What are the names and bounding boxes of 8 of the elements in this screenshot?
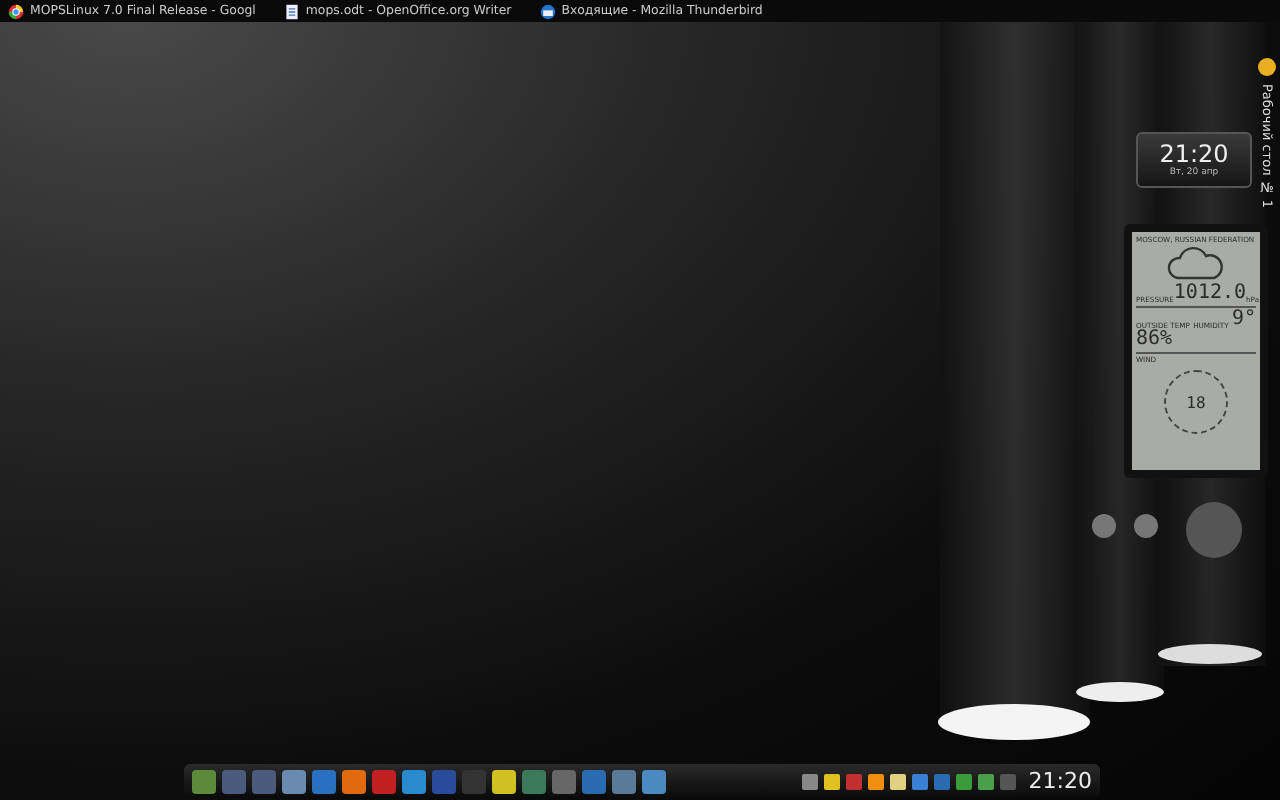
humidity-value: 86% <box>1136 330 1173 350</box>
moon-icon <box>1258 58 1276 76</box>
clock-time: 21:20 <box>1159 142 1229 168</box>
panel-clock[interactable]: 21:20 <box>1028 768 1092 794</box>
wind-value: 18 <box>1186 393 1206 411</box>
temperature-value: 9° <box>1231 310 1256 330</box>
pressure-value: 1012.0 <box>1173 284 1247 304</box>
cloud-icon <box>1166 246 1226 282</box>
